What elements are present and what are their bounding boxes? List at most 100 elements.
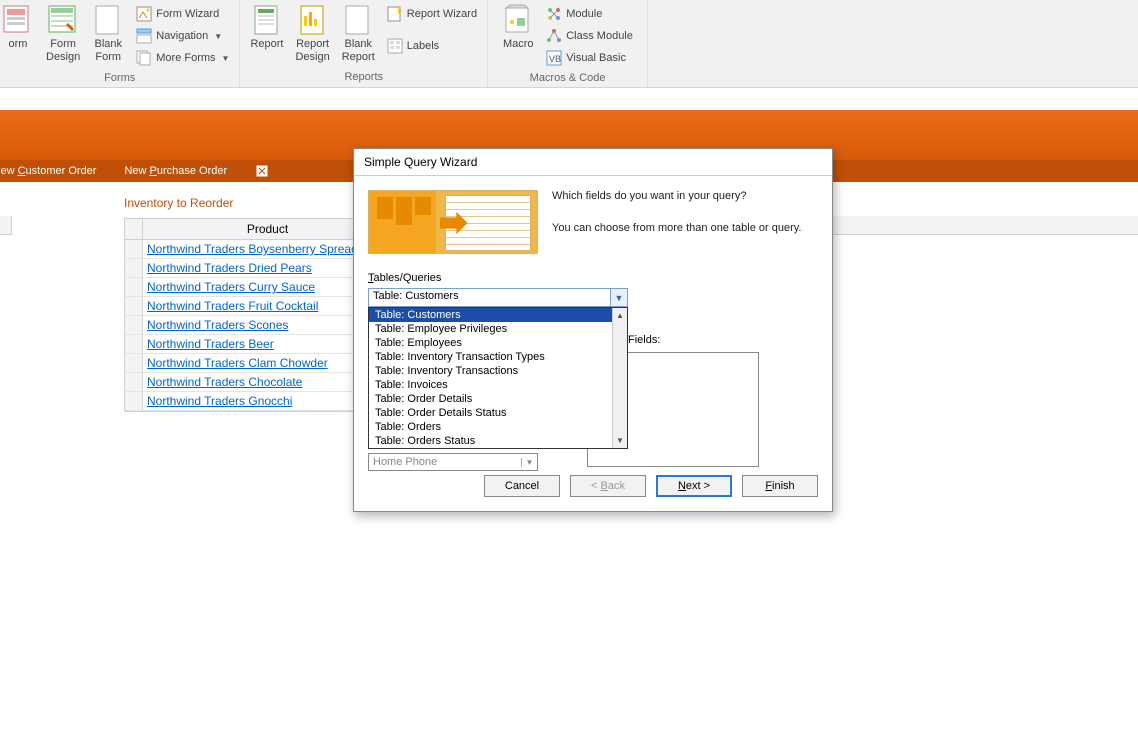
report-button[interactable]: Report [244,2,289,53]
product-link[interactable]: Northwind Traders Chocolate [147,375,302,389]
selected-fields-label: Fields: [628,334,660,346]
labels-button[interactable]: Labels [387,38,477,54]
form-wizard-button[interactable]: Form Wizard [136,6,229,22]
available-fields-combo-hidden[interactable]: Home Phone ▼ [368,453,538,471]
scrollbar[interactable]: ▲ ▼ [612,308,627,448]
macros-group-label: Macros & Code [492,70,643,88]
form-icon [2,4,34,36]
form-design-label: Form Design [46,38,80,64]
product-link[interactable]: Northwind Traders Gnocchi [147,394,292,408]
navigation-button[interactable]: Navigation ▼ [136,28,229,44]
more-forms-icon [136,50,152,66]
blank-form-label: Blank Form [94,38,122,64]
simple-query-wizard-dialog: Simple Query Wizard Which fields do you … [353,148,833,512]
hidden-combo-value: Home Phone [369,456,521,468]
next-button[interactable]: Next > [656,475,732,497]
dropdown-option[interactable]: Table: Inventory Transaction Types [369,350,627,364]
form-design-icon [47,4,79,36]
scroll-up-icon[interactable]: ▲ [613,308,627,323]
dropdown-option[interactable]: Table: Employees [369,336,627,350]
navigation-icon [136,28,152,44]
dialog-title: Simple Query Wizard [354,149,832,176]
dropdown-option[interactable]: Table: Customers [369,308,627,322]
module-button[interactable]: Module [546,6,633,22]
combo-value: Table: Customers [369,289,610,306]
tables-queries-combo[interactable]: Table: Customers ▼ [368,288,628,307]
macro-button[interactable]: Macro [496,2,540,53]
report-wizard-label: Report Wizard [407,8,477,20]
row-selector[interactable] [125,297,143,315]
wizard-prompt-1: Which fields do you want in your query? [552,190,818,202]
chevron-down-icon[interactable]: ▼ [610,289,627,306]
dropdown-option[interactable]: Table: Order Details Status [369,406,627,420]
tables-queries-label: Tables/Queries [368,272,818,284]
report-design-button[interactable]: Report Design [289,2,335,66]
new-purchase-order-link[interactable]: New Purchase Order [124,165,227,177]
back-button: < Back [570,475,646,497]
reports-group-label: Reports [244,69,483,87]
row-selector[interactable] [125,392,143,410]
blank-form-icon [92,4,124,36]
product-link[interactable]: Northwind Traders Clam Chowder [147,356,328,370]
blank-report-label: Blank Report [342,38,375,64]
product-link[interactable]: Northwind Traders Fruit Cocktail [147,299,318,313]
dropdown-option[interactable]: Table: Orders [369,420,627,434]
form-design-button[interactable]: Form Design [40,2,86,66]
module-icon [546,6,562,22]
scroll-down-icon[interactable]: ▼ [613,433,627,448]
dropdown-option[interactable]: Table: Inventory Transactions [369,364,627,378]
chevron-down-icon: ▼ [222,54,230,63]
left-datasheet-edge [0,182,12,412]
dropdown-option[interactable]: Table: Invoices [369,378,627,392]
class-module-button[interactable]: Class Module [546,28,633,44]
product-link[interactable]: Northwind Traders Boysenberry Spread [147,242,358,256]
row-selector[interactable] [125,335,143,353]
chevron-down-icon[interactable]: ▼ [521,458,537,467]
class-module-icon [546,28,562,44]
form-label: orm [9,38,28,51]
dropdown-option[interactable]: Table: Order Details [369,392,627,406]
refresh-icon[interactable] [255,164,269,178]
row-selector-header[interactable] [125,219,143,239]
blank-report-button[interactable]: Blank Report [336,2,381,66]
macro-icon [502,4,534,36]
report-label: Report [250,38,283,51]
report-wizard-button[interactable]: Report Wizard [387,6,477,22]
chevron-down-icon: ▼ [214,32,222,41]
visual-basic-button[interactable]: VB Visual Basic [546,50,633,66]
row-selector[interactable] [125,259,143,277]
row-selector[interactable] [125,354,143,372]
product-link[interactable]: Northwind Traders Curry Sauce [147,280,315,294]
more-forms-label: More Forms [156,52,215,64]
report-design-icon [297,4,329,36]
forms-group-label: Forms [4,70,235,88]
product-link[interactable]: Northwind Traders Beer [147,337,274,351]
report-design-label: Report Design [295,38,329,64]
row-selector[interactable] [125,278,143,296]
row-selector[interactable] [125,316,143,334]
cancel-button[interactable]: Cancel [484,475,560,497]
form-button[interactable]: orm [0,2,40,53]
blank-form-button[interactable]: Blank Form [86,2,130,66]
labels-icon [387,38,403,54]
finish-button[interactable]: Finish [742,475,818,497]
new-customer-order-link[interactable]: lew Customer Order [0,165,96,177]
blank-report-icon [342,4,374,36]
row-selector[interactable] [125,240,143,258]
ribbon: orm Form Design Blank Form Form Wizard N… [0,0,1138,88]
visual-basic-icon: VB [546,50,562,66]
dropdown-option[interactable]: Table: Orders Status [369,434,627,448]
row-selector[interactable] [125,373,143,391]
wizard-prompt-2: You can choose from more than one table … [552,222,818,234]
labels-label: Labels [407,40,439,52]
product-link[interactable]: Northwind Traders Scones [147,318,288,332]
dropdown-option[interactable]: Table: Employee Privileges [369,322,627,336]
column-product-label: Product [247,222,288,236]
product-link[interactable]: Northwind Traders Dried Pears [147,261,312,275]
macro-label: Macro [503,38,534,51]
more-forms-button[interactable]: More Forms ▼ [136,50,229,66]
tables-queries-dropdown[interactable]: Table: CustomersTable: Employee Privileg… [368,307,628,449]
svg-text:VB: VB [549,54,561,64]
wizard-illustration [368,190,538,254]
form-wizard-label: Form Wizard [156,8,219,20]
